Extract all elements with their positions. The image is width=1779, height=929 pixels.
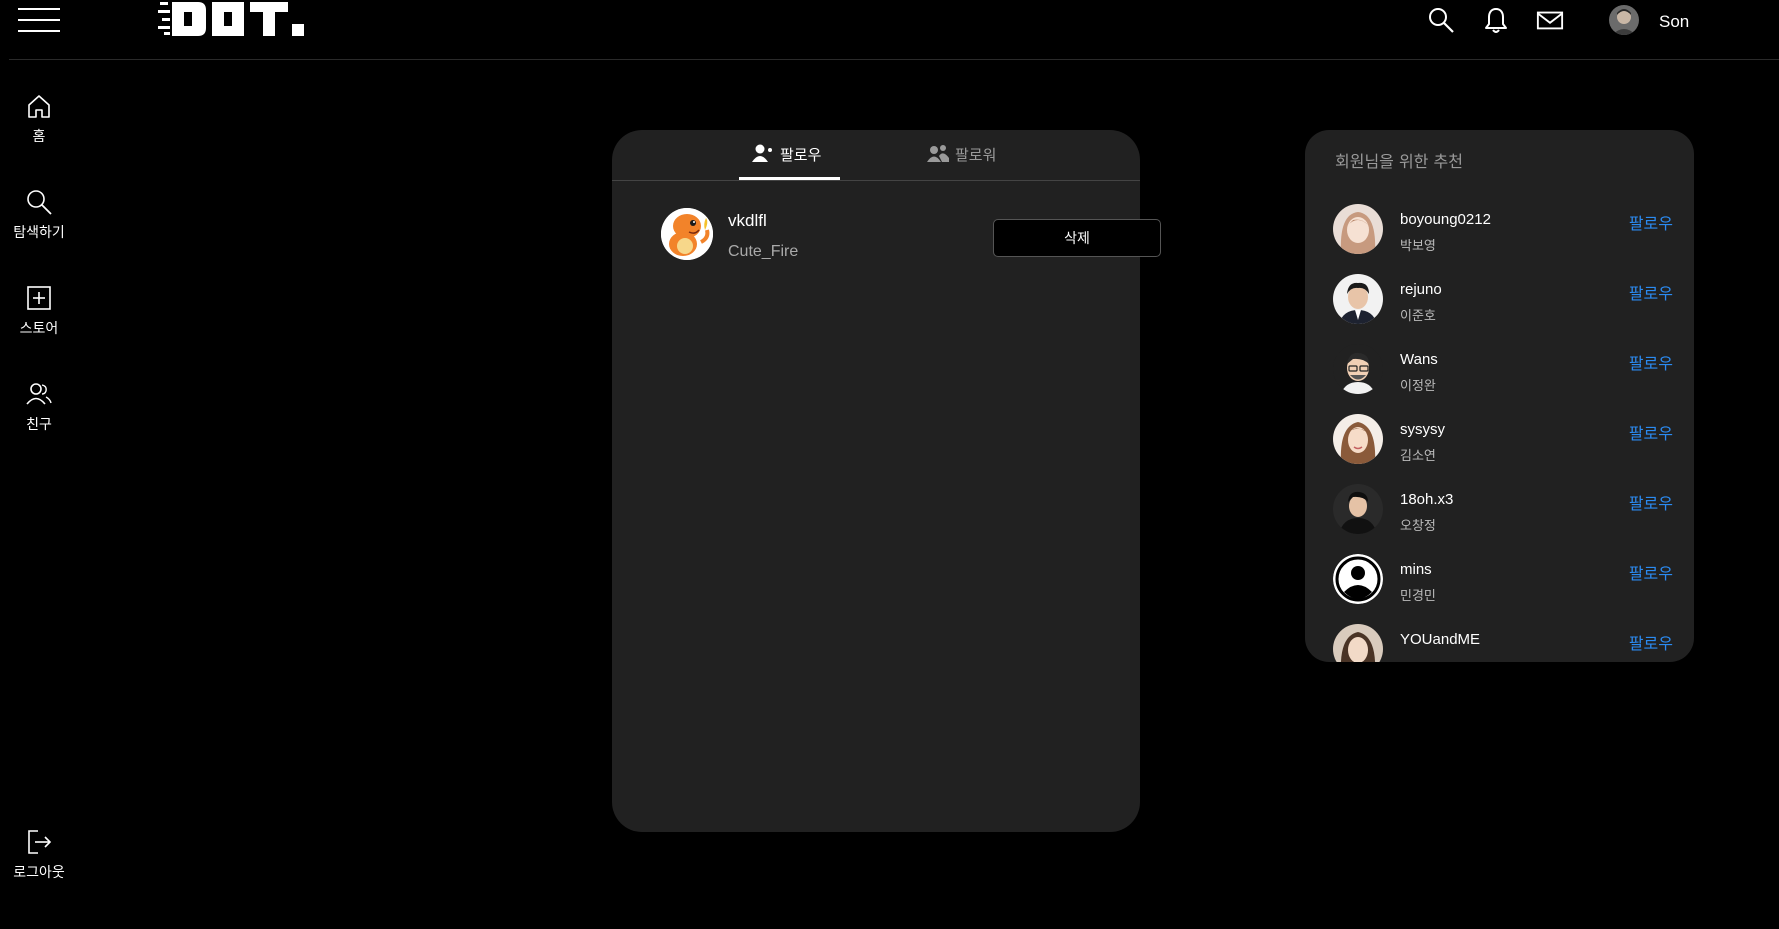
follow-button[interactable]: 팔로우 [1629,280,1673,304]
avatar[interactable] [1333,204,1383,254]
home-icon [28,95,50,118]
follow-button[interactable]: 팔로우 [1629,420,1673,444]
recommend-realname: 이정완 [1400,379,1436,394]
tab-label: 팔로우 [780,146,822,164]
follow-button[interactable]: 팔로우 [1629,350,1673,374]
sidebar-item-friends[interactable]: 친구 [0,380,78,434]
follow-card: 팔로우 팔로워 vkdlfl Cute_Fire 삭제 [612,130,1161,832]
user-icon [752,144,772,162]
recommend-realname: 김소연 [1400,449,1436,464]
sidebar-item-label: 로그아웃 [13,865,65,881]
recommend-realname: 박보영 [1400,239,1436,254]
sidebar-item-store[interactable]: 스토어 [0,284,78,338]
following-username[interactable]: vkdlfl [728,211,767,231]
users-icon [927,145,949,162]
recommend-title: 회원님을 위한 추천 [1335,152,1463,171]
sidebar-item-label: 홈 [32,129,46,145]
tab-bar: 팔로우 팔로워 [612,130,1140,181]
recommend-username[interactable]: YOUandME [1400,631,1480,648]
default-avatar-icon[interactable] [1333,554,1383,604]
recommend-username[interactable]: mins [1400,561,1432,578]
sidebar-item-explore[interactable]: 탐색하기 [0,188,78,242]
follow-button[interactable]: 팔로우 [1629,560,1673,584]
avatar[interactable] [1333,344,1383,394]
avatar[interactable] [1333,274,1383,324]
list-item: Wans 이정완 팔로우 [1333,344,1673,404]
recommend-panel: 회원님을 위한 추천 boyoung0212 박보영 팔로우 rejuno 이준 [1305,130,1694,662]
recommend-username[interactable]: Wans [1400,351,1438,368]
recommend-realname: 이준호 [1400,309,1436,324]
tab-followers[interactable]: 팔로워 [927,144,996,174]
plus-square-icon [27,286,51,310]
menu-icon[interactable] [18,8,60,34]
mail-icon[interactable] [1536,6,1564,34]
list-item: mins 민경민 팔로우 [1333,554,1673,614]
sidebar: 홈 탐색하기 스토어 친구 로그아웃 [0,60,78,929]
follow-button[interactable]: 팔로우 [1629,630,1673,654]
username-label[interactable]: Son [1659,12,1689,32]
list-item: YOUandME 팔로우 [1333,624,1673,662]
logo[interactable] [158,0,310,38]
tab-following[interactable]: 팔로우 [752,144,821,174]
avatar[interactable] [1333,484,1383,534]
search-icon[interactable] [1427,6,1455,34]
recommend-realname: 오창정 [1400,519,1436,534]
list-item: 18oh.x3 오창정 팔로우 [1333,484,1673,544]
logout-icon [28,830,52,854]
delete-button[interactable]: 삭제 [993,219,1161,257]
avatar[interactable] [1609,5,1639,35]
sidebar-item-label: 탐색하기 [13,225,65,241]
friends-icon [26,383,52,405]
following-nickname: Cute_Fire [728,243,799,260]
follow-button[interactable]: 팔로우 [1629,210,1673,234]
top-bar: Son [0,0,1779,60]
search-icon [27,190,52,215]
sidebar-item-home[interactable]: 홈 [0,92,78,146]
list-item: boyoung0212 박보영 팔로우 [1333,204,1673,264]
sidebar-item-label: 친구 [26,417,52,433]
sidebar-item-logout[interactable]: 로그아웃 [0,828,78,882]
recommend-username[interactable]: 18oh.x3 [1400,491,1453,508]
bell-icon[interactable] [1482,6,1510,34]
header-divider [9,59,1779,60]
avatar[interactable] [1333,414,1383,464]
list-item: sysysy 김소연 팔로우 [1333,414,1673,474]
recommend-username[interactable]: sysysy [1400,421,1445,438]
sidebar-item-label: 스토어 [19,321,59,337]
recommend-username[interactable]: rejuno [1400,281,1442,298]
avatar[interactable] [661,208,713,260]
avatar[interactable] [1333,624,1383,662]
active-tab-indicator [739,177,840,180]
recommend-username[interactable]: boyoung0212 [1400,211,1491,228]
list-item: rejuno 이준호 팔로우 [1333,274,1673,334]
list-item[interactable]: vkdlfl Cute_Fire 삭제 [661,208,1161,268]
tab-label: 팔로워 [955,146,997,164]
follow-button[interactable]: 팔로우 [1629,490,1673,514]
recommend-realname: 민경민 [1400,589,1436,604]
